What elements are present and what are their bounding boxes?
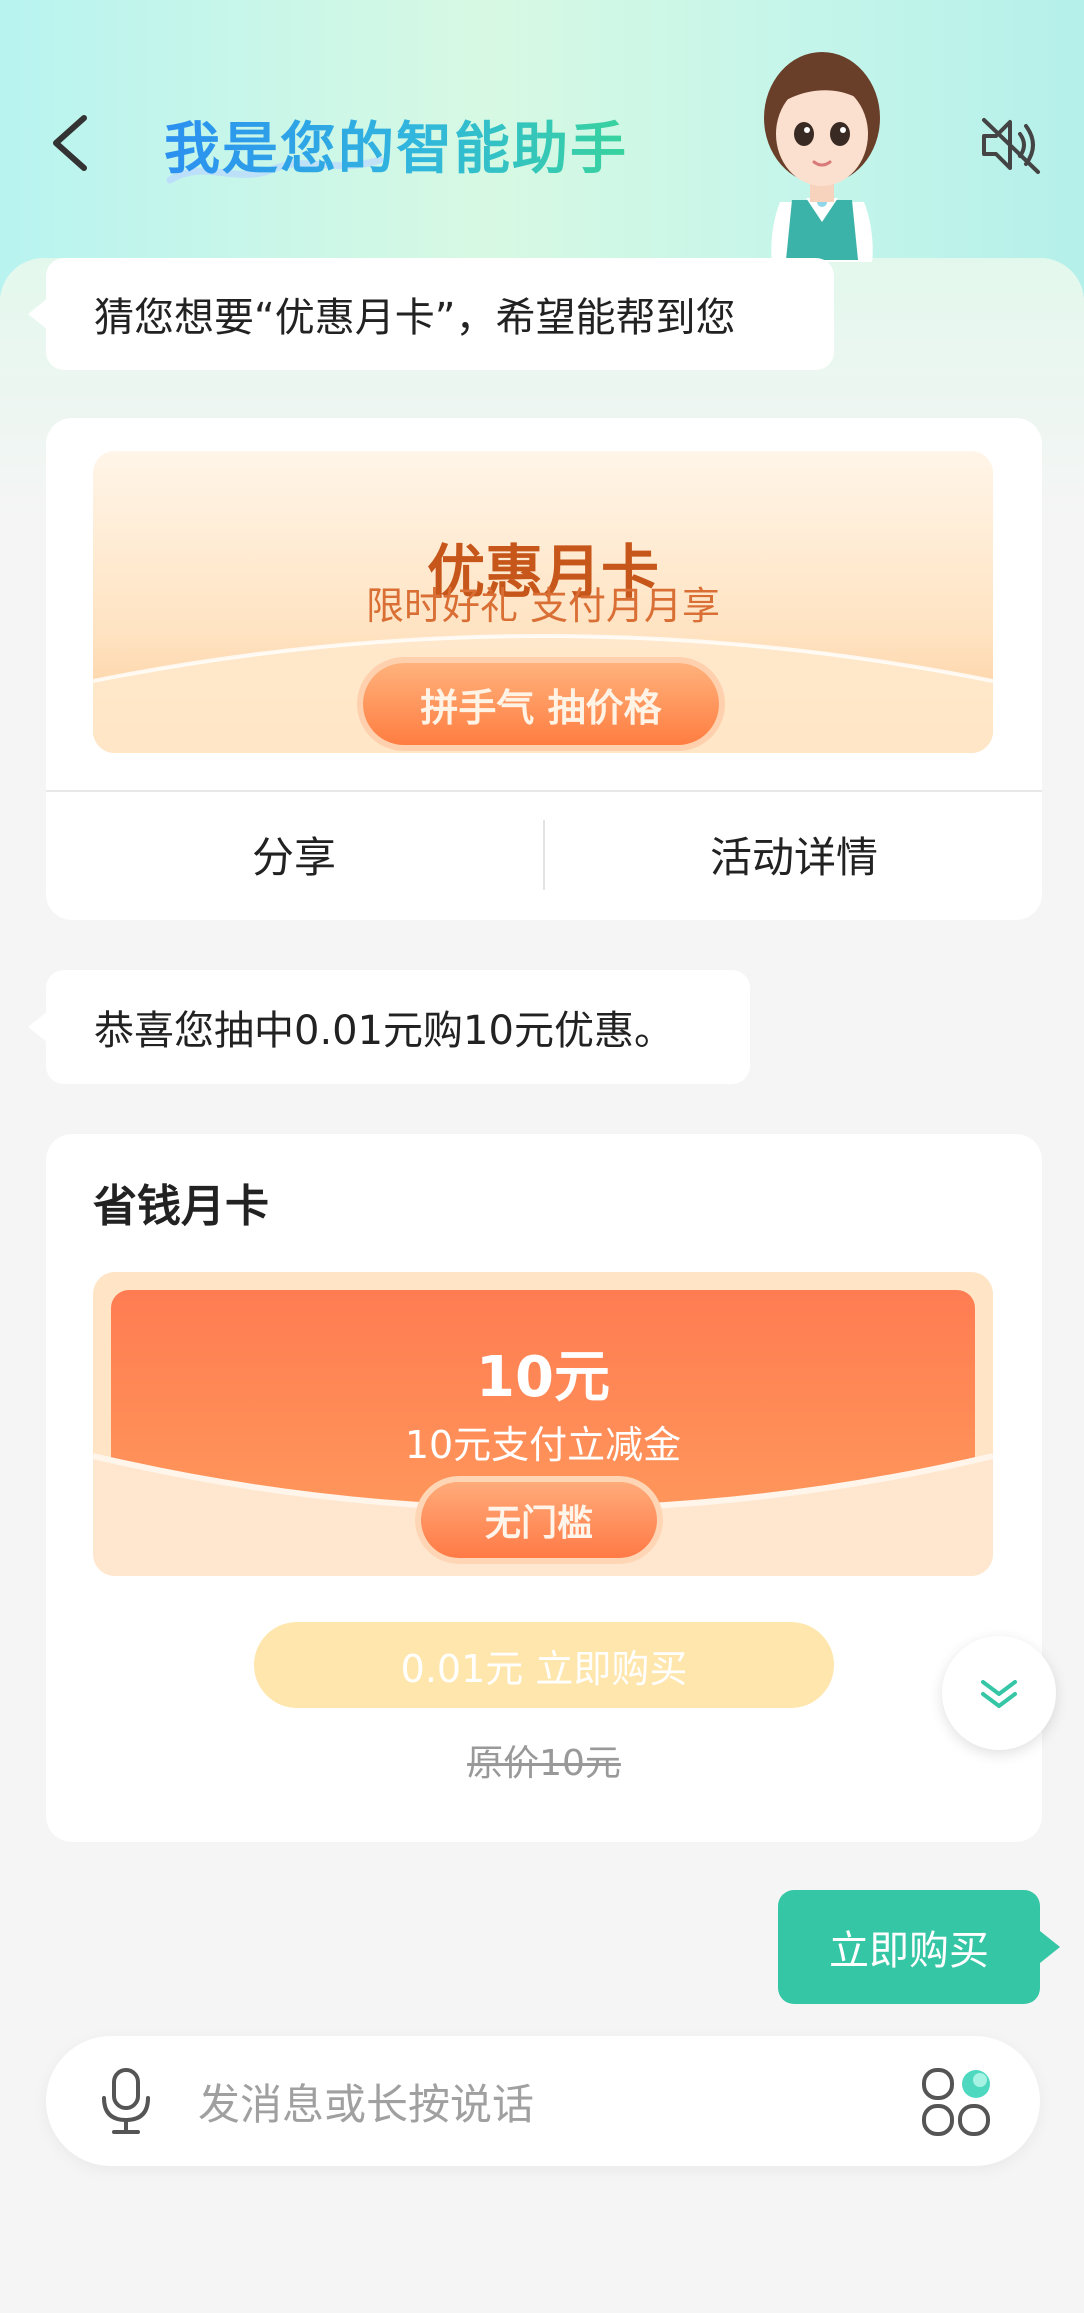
chevron-down-double-icon (981, 1680, 1017, 1708)
promo-banner[interactable]: 优惠月卡 限时好礼 支付月月享 拼手气 抽价格 (93, 451, 993, 753)
buy-now-button[interactable]: 0.01元 立即购买 (254, 1622, 834, 1708)
share-button[interactable]: 分享 (46, 790, 542, 918)
lucky-draw-button[interactable]: 拼手气 抽价格 (363, 663, 719, 745)
bubble-tail (28, 298, 48, 330)
bot-message-congrats: 恭喜您抽中0.01元购10元优惠。 (28, 970, 750, 1084)
microphone-icon[interactable] (96, 2066, 156, 2136)
message-input-bar: 发消息或长按说话 (46, 2036, 1040, 2166)
divider (543, 820, 545, 890)
bubble-tail (28, 1011, 48, 1043)
apps-icon[interactable] (920, 2064, 996, 2140)
back-arrow-icon[interactable] (44, 110, 100, 176)
coupon-card-title: 省钱月卡 (93, 1181, 269, 1232)
message-text: 立即购买 (829, 1928, 989, 1974)
coupon-card: 省钱月卡 10元 10元支付立减金 无门槛 0.01元 立即购买 原价10元 (46, 1134, 1042, 1842)
mute-icon[interactable] (978, 112, 1044, 178)
page-title: 我是您的智能助手 (164, 104, 628, 185)
assistant-avatar (764, 52, 880, 262)
promo-subtitle: 限时好礼 支付月月享 (365, 584, 721, 628)
user-message: 立即购买 (778, 1890, 1060, 2004)
bot-message-suggestion: 猜您想要“优惠月卡”，希望能帮到您 (28, 258, 834, 370)
message-text: 猜您想要“优惠月卡”，希望能帮到您 (94, 295, 736, 341)
bubble-tail (1040, 1931, 1060, 1963)
message-input[interactable]: 发消息或长按说话 (198, 2036, 534, 2166)
scroll-to-bottom-button[interactable] (942, 1636, 1056, 1750)
no-threshold-tag: 无门槛 (421, 1482, 657, 1558)
message-text: 恭喜您抽中0.01元购10元优惠。 (94, 1008, 674, 1054)
coupon-amount: 10元 (476, 1345, 610, 1410)
activity-details-button[interactable]: 活动详情 (546, 790, 1042, 918)
original-price: 原价10元 (467, 1743, 621, 1784)
coupon-banner: 10元 10元支付立减金 无门槛 (93, 1272, 993, 1576)
promo-card: 优惠月卡 限时好礼 支付月月享 拼手气 抽价格 分享 活动详情 (46, 418, 1042, 920)
